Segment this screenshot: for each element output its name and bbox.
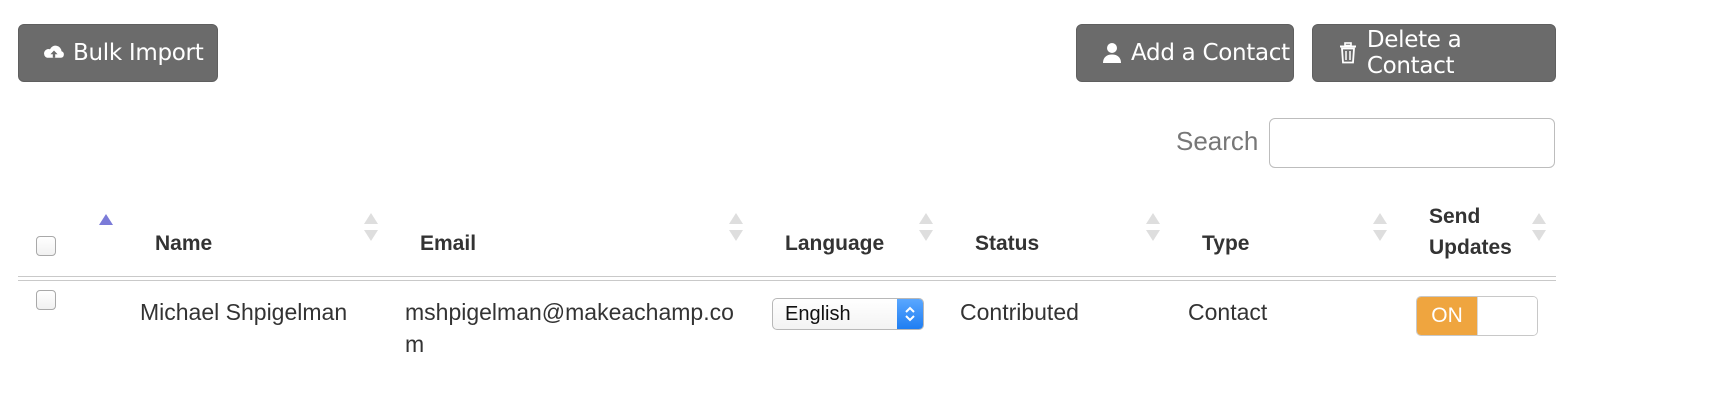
column-header-name[interactable]: Name — [155, 232, 212, 256]
contact-type: Contact — [1188, 299, 1268, 325]
cloud-upload-icon — [41, 40, 67, 66]
language-select-value: English — [785, 302, 851, 325]
search-label: Search — [1176, 126, 1259, 156]
column-header-status[interactable]: Status — [975, 232, 1039, 256]
column-header-type[interactable]: Type — [1202, 232, 1249, 256]
column-header-send-updates[interactable]: Send Updates — [1429, 201, 1529, 263]
language-select[interactable]: English — [772, 298, 924, 330]
sort-both-icon[interactable] — [1145, 212, 1161, 242]
sort-both-icon[interactable] — [1531, 212, 1547, 242]
select-all-checkbox[interactable] — [36, 236, 56, 256]
toggle-knob — [1477, 297, 1537, 335]
toggle-on-label: ON — [1417, 297, 1477, 335]
delete-contact-button[interactable]: Delete a Contact — [1312, 24, 1556, 82]
user-icon — [1099, 40, 1125, 66]
contact-email: mshpigelman@makeachamp.com — [405, 299, 734, 357]
sort-ascending-icon[interactable] — [98, 212, 114, 242]
bulk-import-button[interactable]: Bulk Import — [18, 24, 218, 82]
contacts-page: Bulk Import Add a Contact Delete a Conta… — [0, 0, 1728, 404]
row-checkbox[interactable] — [36, 290, 56, 310]
contact-name: Michael Shpigelman — [140, 299, 348, 325]
search-input[interactable] — [1269, 118, 1555, 168]
sort-both-icon[interactable] — [1372, 212, 1388, 242]
sort-both-icon[interactable] — [363, 212, 379, 242]
sort-both-icon[interactable] — [918, 212, 934, 242]
trash-icon — [1335, 40, 1361, 66]
delete-contact-label: Delete a Contact — [1366, 27, 1462, 79]
select-arrows-icon — [897, 299, 923, 329]
add-contact-button[interactable]: Add a Contact — [1076, 24, 1294, 82]
header-divider — [18, 280, 1556, 281]
bulk-import-label: Bulk Import — [73, 40, 204, 66]
send-updates-toggle[interactable]: ON — [1416, 296, 1538, 336]
contact-status: Contributed — [960, 299, 1079, 325]
add-contact-label: Add a Contact — [1131, 40, 1290, 66]
sort-both-icon[interactable] — [728, 212, 744, 242]
column-header-email[interactable]: Email — [420, 232, 476, 256]
header-divider — [18, 276, 1556, 277]
column-header-language[interactable]: Language — [785, 232, 884, 256]
